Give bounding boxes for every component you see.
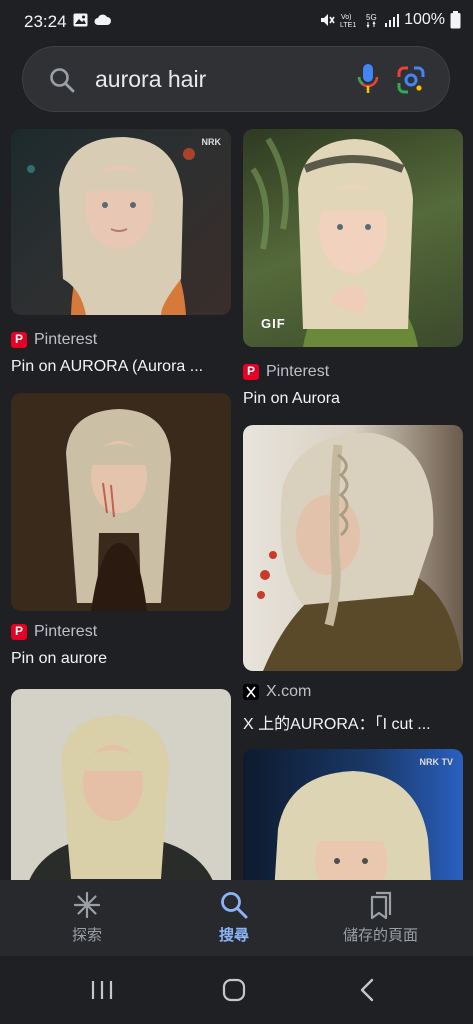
result-source: Pinterest [34, 331, 98, 348]
result-image[interactable]: NRK [11, 129, 231, 315]
nav-search-label: 搜尋 [219, 927, 250, 944]
battery-level: 100% [404, 11, 445, 28]
bottom-navigation: 探索 搜尋 儲存的頁面 [0, 880, 473, 956]
search-input[interactable]: aurora hair [95, 66, 206, 93]
nav-saved-pages-label: 儲存的頁面 [343, 927, 419, 944]
portrait-image [27, 137, 195, 315]
network-5g-icon: 5G [366, 13, 377, 28]
pinterest-icon [243, 364, 259, 380]
search-icon[interactable] [49, 67, 75, 93]
result-card[interactable]: GIF Pinterest Pin on Aurora [243, 129, 463, 409]
result-title[interactable]: Pin on Aurora [243, 390, 463, 408]
mute-icon [321, 14, 335, 26]
portrait-image [274, 771, 431, 880]
portrait-image [29, 715, 213, 880]
home-icon[interactable] [222, 978, 246, 1002]
x-logo-icon [243, 684, 259, 700]
system-navigation [0, 956, 473, 1024]
result-image[interactable]: GIF [243, 129, 463, 347]
pinterest-icon [11, 332, 27, 348]
portrait-image [250, 137, 418, 347]
portrait-image [66, 409, 171, 611]
google-lens-icon[interactable] [396, 65, 426, 95]
result-card[interactable]: X.com X 上的AURORA：「I cut ... [243, 425, 463, 733]
result-image[interactable] [243, 425, 463, 671]
result-image[interactable] [11, 393, 231, 611]
result-source: Pinterest [34, 623, 98, 640]
result-card[interactable]: Pinterest Pin on aurore Pin on aurore [11, 393, 231, 669]
result-title[interactable]: X 上的AURORA：「I cut ... [243, 710, 463, 734]
portrait-image [257, 432, 463, 671]
status-time: 23:24 [24, 12, 67, 31]
status-bar: 23:24 Vo) LTE1 5G 100% [0, 0, 473, 44]
gallery-icon [73, 13, 88, 27]
saved-pages-icon [370, 891, 391, 920]
result-title[interactable]: Pin on AURORA (Aurora ... [11, 358, 231, 376]
back-icon[interactable] [356, 978, 380, 1002]
result-image[interactable] [11, 689, 231, 880]
recent-apps-icon[interactable] [90, 978, 114, 1002]
nav-saved-pages[interactable]: 儲存的頁面 [343, 890, 418, 945]
battery-icon [450, 11, 461, 29]
result-source: Pinterest [266, 363, 330, 380]
pinterest-icon [11, 624, 27, 640]
svg-text:LTE1: LTE1 [340, 22, 356, 28]
search-icon [221, 892, 248, 919]
watermark: NRK [201, 137, 222, 147]
nav-discover-label: 探索 [72, 927, 103, 944]
signal-icon [385, 14, 400, 27]
result-card[interactable] [11, 689, 231, 880]
svg-text:Vo): Vo) [341, 14, 352, 21]
image-results: NRK Pinterest Pin on AURORA (Aurora ... … [0, 124, 473, 880]
svg-text:5G: 5G [366, 13, 377, 22]
result-source: X.com [266, 683, 312, 700]
gif-badge: GIF [261, 316, 286, 331]
result-card[interactable]: NRK Pinterest Pin on AURORA (Aurora ... [11, 129, 231, 379]
cloud-icon [94, 14, 111, 25]
search-bar[interactable]: aurora hair [22, 46, 450, 112]
result-title[interactable]: Pin on aurore [11, 650, 231, 668]
nav-discover[interactable]: 探索 [72, 890, 102, 945]
result-image[interactable]: NRK TV [243, 749, 463, 880]
volte-icon: Vo)LTE1 [340, 14, 356, 28]
asterisk-icon [73, 891, 101, 919]
microphone-icon[interactable] [357, 63, 379, 95]
watermark: NRK TV [419, 757, 454, 767]
nav-search[interactable]: 搜尋 [219, 890, 249, 945]
result-card[interactable]: NRK TV [243, 749, 463, 880]
